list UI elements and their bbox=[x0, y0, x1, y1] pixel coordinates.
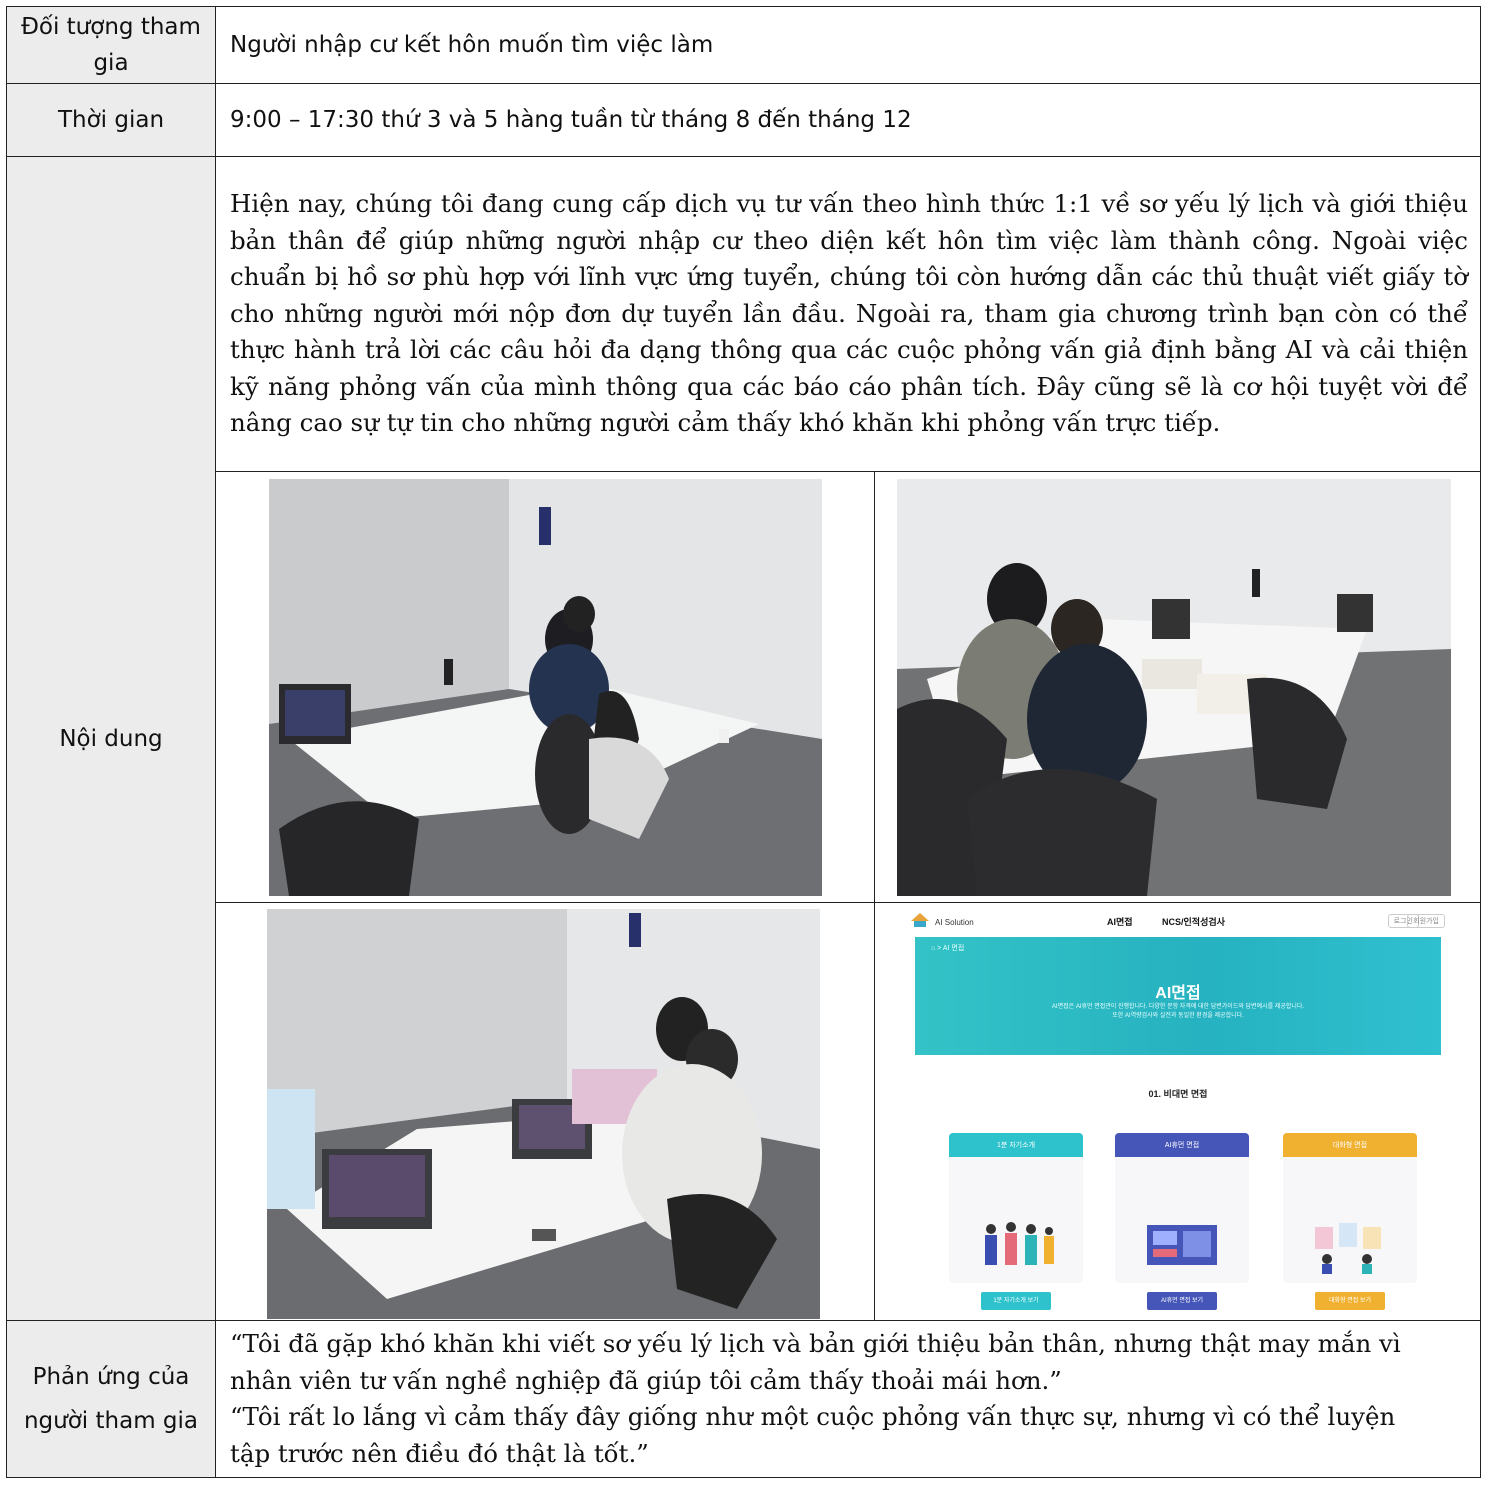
card-ai-human-title: AI휴먼 면접 bbox=[1115, 1133, 1249, 1157]
ai-solution-screenshot: AI Solution AI면접 NCS/인적성검사 로그인 회원가입 ⌂ > … bbox=[897, 907, 1459, 1317]
conversation-button[interactable]: 대화형 면접 보기 bbox=[1315, 1292, 1385, 1310]
people-illustration-icon bbox=[985, 1222, 1054, 1265]
photo-cell-1 bbox=[215, 471, 875, 903]
content-label: Nội dung bbox=[6, 156, 216, 1321]
photo-counseling-session bbox=[897, 479, 1451, 896]
time-label: Thời gian bbox=[6, 83, 216, 157]
hero-title: AI면접 bbox=[1155, 985, 1201, 1002]
photo-consultation-room bbox=[269, 479, 822, 896]
dashboard-illustration-icon bbox=[1147, 1225, 1217, 1265]
meeting-illustration-icon bbox=[1315, 1223, 1381, 1274]
signup-button[interactable]: 회원가입 bbox=[1407, 914, 1445, 928]
feedback-quotes: “Tôi đã gặp khó khăn khi viết sơ yếu lý … bbox=[215, 1320, 1481, 1478]
hero-subtitle: AI면접은 AI휴먼 면접관이 진행합니다. 다양한 문항 자격에 대한 답변가… bbox=[915, 1003, 1441, 1021]
ai-human-button[interactable]: AI휴먼 면접 보기 bbox=[1147, 1292, 1217, 1310]
target-label: Đối tượng tham gia bbox=[6, 6, 216, 84]
card-conversation[interactable]: 대화형 면접 bbox=[1283, 1133, 1417, 1283]
breadcrumb: ⌂ > AI 면접 bbox=[931, 945, 965, 952]
card-self-intro-title: 1분 자기소개 bbox=[949, 1133, 1083, 1157]
photo-cell-2 bbox=[874, 471, 1481, 903]
nav-ai-interview[interactable]: AI면접 bbox=[1107, 915, 1133, 928]
photo-ai-interview-practice bbox=[267, 909, 820, 1319]
section-title: 01. 비대면 면접 bbox=[1148, 1089, 1208, 1099]
card-ai-human-text bbox=[1115, 1157, 1249, 1209]
hero-banner: ⌂ > AI 면접 AI면접 AI면접은 AI휴먼 면접관이 진행합니다. 다양… bbox=[915, 937, 1441, 1055]
card-ai-human[interactable]: AI휴먼 면접 bbox=[1115, 1133, 1249, 1283]
card-self-intro-text bbox=[949, 1157, 1083, 1209]
content-paragraph: Hiện nay, chúng tôi đang cung cấp dịch v… bbox=[215, 156, 1481, 472]
target-value: Người nhập cư kết hôn muốn tìm việc làm bbox=[215, 6, 1481, 84]
card-conversation-title: 대화형 면접 bbox=[1283, 1133, 1417, 1157]
photo-cell-3 bbox=[215, 902, 875, 1321]
brand-name: AI Solution bbox=[935, 918, 974, 927]
logo-icon bbox=[911, 913, 929, 927]
time-value: 9:00 – 17:30 thứ 3 và 5 hàng tuần từ thá… bbox=[215, 83, 1481, 157]
feedback-label: Phản ứng của người tham gia bbox=[6, 1320, 216, 1478]
hero-subtitle-line-1: AI면접은 AI휴먼 면접관이 진행합니다. 다양한 문항 자격에 대한 답변가… bbox=[1051, 1004, 1305, 1010]
feedback-quote-1: “Tôi đã gặp khó khăn khi viết sơ yếu lý … bbox=[230, 1329, 1401, 1395]
photo-cell-4: AI Solution AI면접 NCS/인적성검사 로그인 회원가입 ⌂ > … bbox=[874, 902, 1481, 1321]
card-conversation-text bbox=[1283, 1157, 1417, 1209]
program-table: Đối tượng tham gia Người nhập cư kết hôn… bbox=[6, 6, 1481, 1478]
feedback-quote-2: “Tôi rất lo lắng vì cảm thấy đây giống n… bbox=[230, 1402, 1396, 1468]
nav-ncs-test[interactable]: NCS/인적성검사 bbox=[1162, 915, 1225, 928]
self-intro-button[interactable]: 1분 자기소개 보기 bbox=[981, 1292, 1051, 1310]
card-self-intro[interactable]: 1분 자기소개 bbox=[949, 1133, 1083, 1283]
hero-subtitle-line-2: 또한 AI역량검사와 실전과 동일한 환경을 제공합니다. bbox=[1112, 1013, 1244, 1019]
